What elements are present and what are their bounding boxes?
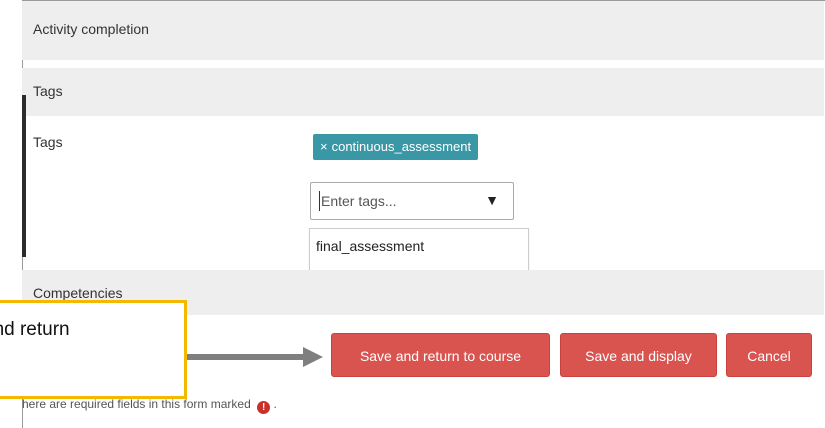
section-activity-completion[interactable]: Activity completion bbox=[22, 1, 824, 60]
required-fields-period: . bbox=[273, 397, 277, 411]
section-tags-label: Tags bbox=[33, 83, 63, 99]
remove-tag-icon[interactable]: × bbox=[320, 139, 328, 154]
chevron-down-icon[interactable]: ▼ bbox=[485, 192, 499, 208]
required-icon: ! bbox=[257, 401, 271, 414]
tags-input[interactable] bbox=[319, 191, 471, 211]
annotation-callout-text: and return bbox=[0, 319, 70, 340]
tags-field-label: Tags bbox=[33, 134, 63, 150]
section-competencies-label: Competencies bbox=[33, 285, 123, 301]
required-fields-note: here are required fields in this form ma… bbox=[22, 397, 277, 414]
suggestion-item-final-assessment[interactable]: final_assessment bbox=[310, 229, 528, 263]
tags-autocomplete[interactable]: ▼ bbox=[310, 182, 514, 220]
section-activity-completion-label: Activity completion bbox=[33, 21, 149, 37]
required-fields-text: here are required fields in this form ma… bbox=[22, 397, 251, 411]
selected-tag-badge[interactable]: × continuous_assessment bbox=[313, 134, 479, 160]
annotation-arrow-icon bbox=[303, 347, 323, 367]
selected-tag-label: continuous_assessment bbox=[331, 139, 472, 154]
section-focus-bar bbox=[22, 95, 26, 257]
section-tags[interactable]: Tags bbox=[22, 68, 824, 116]
annotation-callout: and return bbox=[0, 300, 187, 399]
save-and-display-button[interactable]: Save and display bbox=[560, 333, 717, 377]
cancel-button[interactable]: Cancel bbox=[726, 333, 812, 377]
save-and-return-button[interactable]: Save and return to course bbox=[331, 333, 550, 377]
annotation-arrow-shaft bbox=[187, 354, 305, 360]
